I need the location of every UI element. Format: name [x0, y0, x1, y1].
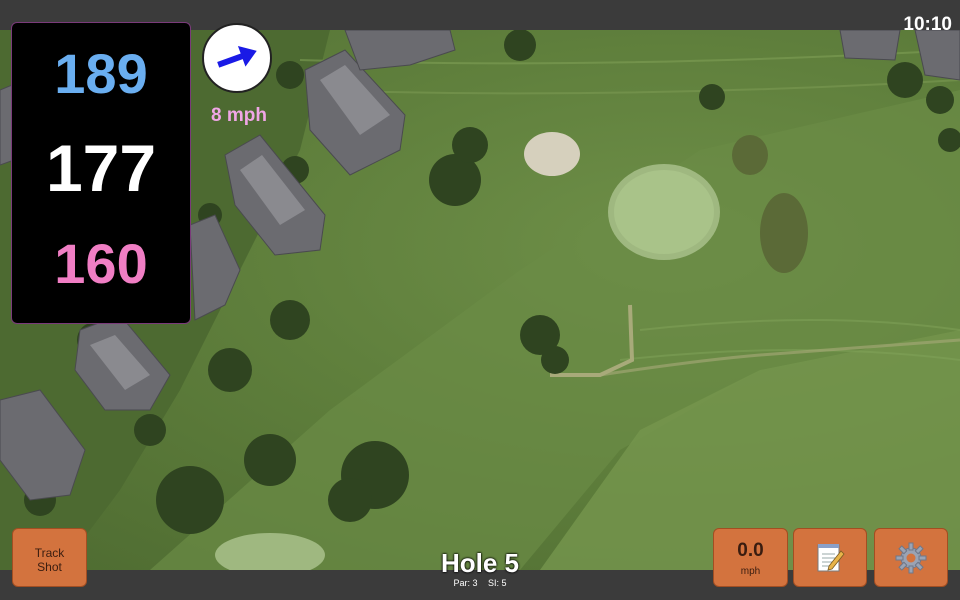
track-shot-button[interactable]: Track Shot [12, 528, 87, 587]
track-shot-label-line1: Track [34, 546, 65, 560]
wind-button-unit: mph [740, 566, 761, 577]
track-shot-label-line2: Shot [37, 560, 62, 574]
settings-button[interactable] [874, 528, 948, 587]
wind-speed-button[interactable]: 0.0 mph [713, 528, 788, 587]
notepad-icon [794, 529, 866, 586]
distance-panel: 189 177 160 [11, 22, 191, 324]
wind-speed-label: 8 mph [211, 105, 267, 126]
wind-button-value: 0.0 [737, 540, 764, 561]
hole-meta: Par: 3 SI: 5 [400, 578, 560, 588]
distance-center: 177 [45, 131, 157, 205]
arrow-right-up-icon [217, 45, 257, 68]
distance-front: 160 [54, 232, 148, 295]
gear-icon [875, 529, 947, 586]
hole-stroke-index: SI: 5 [488, 578, 507, 588]
wind-direction-indicator [202, 23, 272, 93]
distance-back: 189 [54, 42, 148, 105]
notes-button[interactable] [793, 528, 867, 587]
hole-title: Hole 5 [440, 548, 520, 578]
hole-par: Par: 3 [453, 578, 478, 588]
